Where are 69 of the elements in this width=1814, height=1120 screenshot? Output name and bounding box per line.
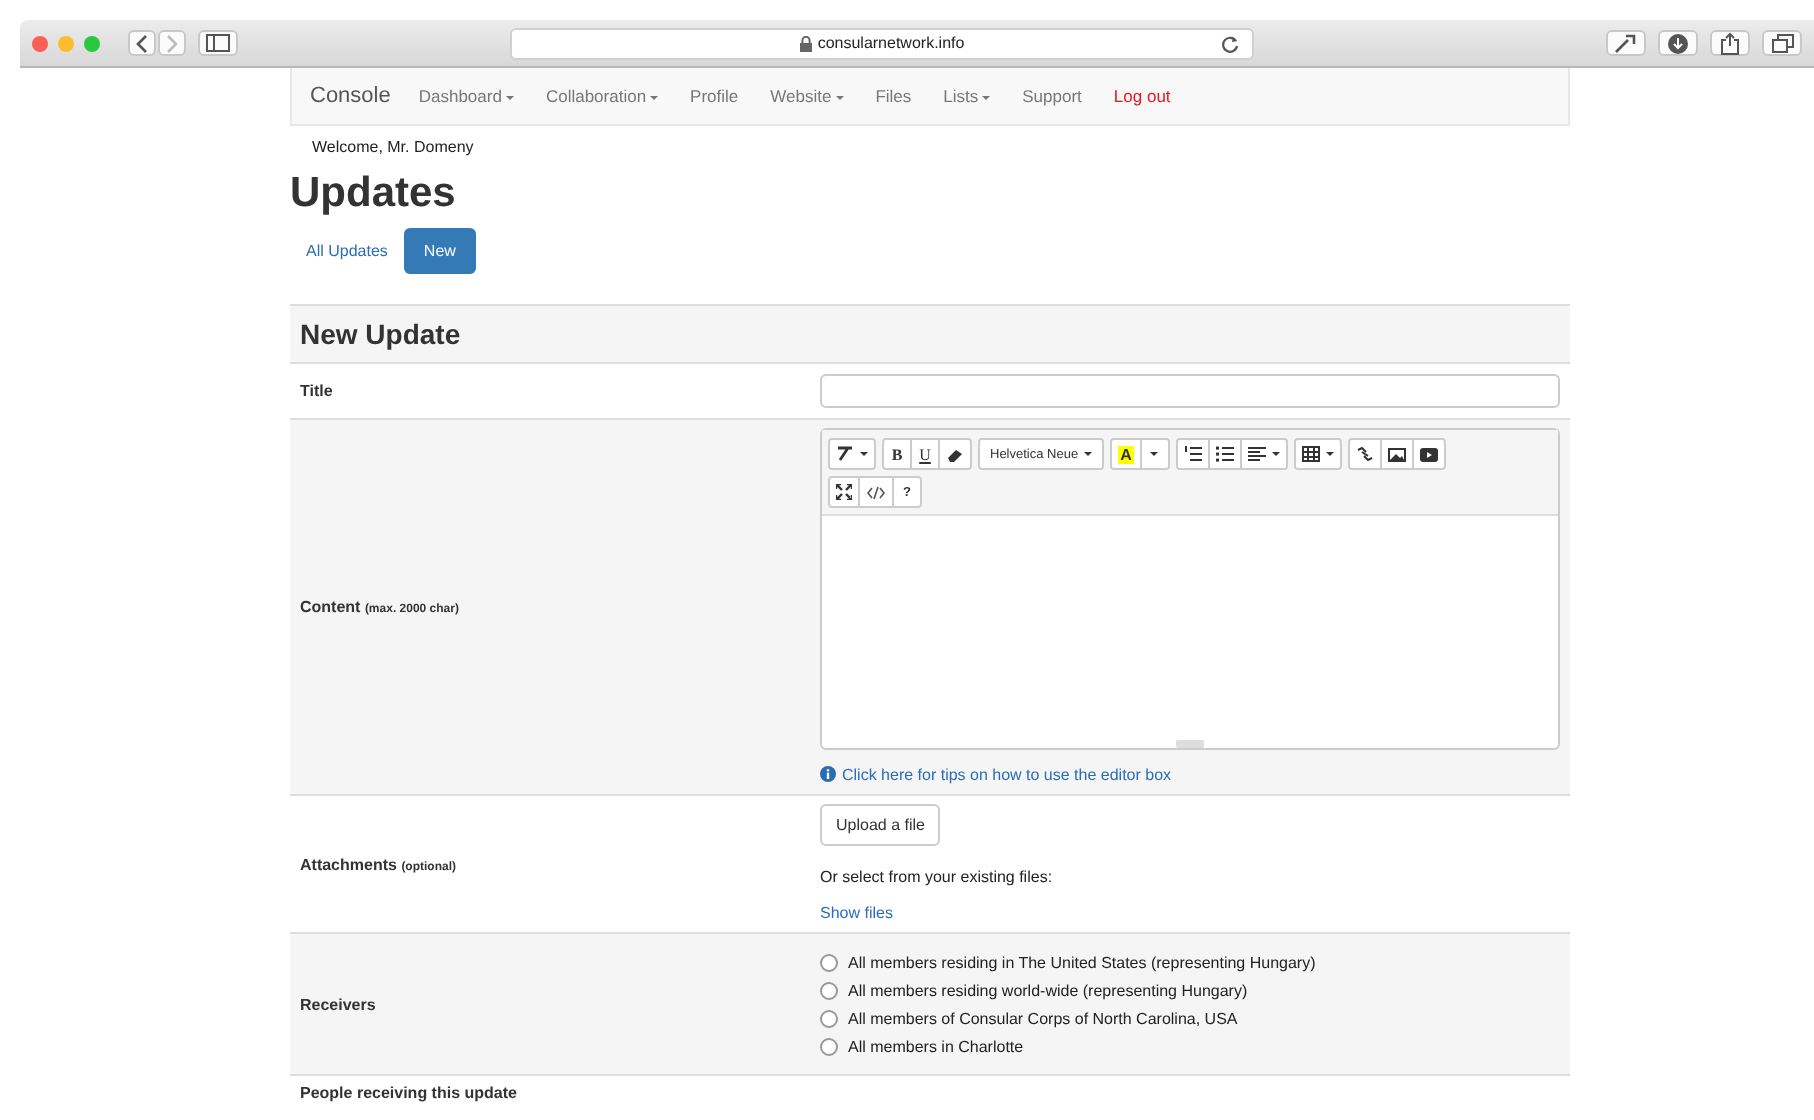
link-button[interactable]	[1347, 438, 1382, 470]
bullet-list-icon	[1215, 446, 1234, 462]
ol-button[interactable]	[1175, 438, 1210, 470]
title-input[interactable]	[820, 374, 1560, 408]
align-left-icon	[1247, 446, 1266, 462]
section-title: New Update	[300, 318, 461, 350]
share-button[interactable]	[1710, 30, 1750, 56]
radio-label: All members residing in The United States (representing Hungary)	[848, 954, 1316, 972]
pen-icon	[836, 446, 854, 462]
table-icon	[1301, 446, 1320, 462]
nav-link[interactable]: Website	[770, 86, 844, 106]
radio-button[interactable]	[820, 954, 838, 972]
nav-link[interactable]: Log out	[1113, 86, 1171, 106]
align-button[interactable]	[1239, 438, 1288, 470]
radio-label: All members of Consular Corps of North Carolina, USA	[848, 1010, 1238, 1028]
address-bar[interactable]: consularnetwork.info	[510, 27, 1254, 59]
radio-label: All members residing world-wide (representing Hungary)	[848, 982, 1248, 1000]
code-button[interactable]	[858, 476, 894, 508]
editor-tips-link[interactable]: Click here for tips on how to use the editor box	[820, 766, 1172, 784]
field-label: People receiving this update	[300, 1084, 517, 1102]
nav-link[interactable]: Profile	[690, 86, 739, 106]
chevron-left-icon	[134, 33, 150, 53]
picture-button[interactable]	[1379, 438, 1414, 470]
eraser-button[interactable]	[938, 438, 972, 470]
show-files-link[interactable]: Show files	[820, 904, 893, 922]
code-icon	[866, 485, 886, 499]
color-button[interactable]: A	[1110, 438, 1142, 470]
page-title: Updates	[290, 170, 458, 218]
nav-link[interactable]: Lists	[943, 86, 991, 106]
lock-icon	[799, 35, 812, 51]
picture-icon	[1387, 447, 1406, 461]
table-button[interactable]	[1293, 438, 1342, 470]
style-button[interactable]	[828, 438, 876, 470]
reload-icon[interactable]	[1220, 33, 1240, 53]
brand-link[interactable]: Console	[310, 84, 391, 108]
numbered-list-icon	[1183, 446, 1202, 462]
eraser-icon	[946, 447, 964, 461]
tabs-button[interactable]	[1762, 30, 1802, 56]
nav-link[interactable]: Support	[1022, 86, 1082, 106]
field-label: Title	[300, 382, 333, 400]
tab[interactable]: All Updates	[290, 228, 404, 274]
existing-files-text: Or select from your existing files:	[820, 868, 1053, 886]
download-button[interactable]	[1658, 30, 1698, 56]
radio-label: All members in Charlotte	[848, 1038, 1024, 1056]
video-button[interactable]	[1411, 438, 1446, 470]
ul-button[interactable]	[1207, 438, 1242, 470]
underline-button[interactable]: U	[910, 438, 940, 470]
nav-link[interactable]: Dashboard	[418, 86, 514, 106]
address-text: consularnetwork.info	[817, 34, 965, 52]
back-button[interactable]	[128, 30, 156, 56]
link-icon	[1355, 446, 1374, 462]
radio-button[interactable]	[820, 1010, 838, 1028]
fullscreen-button[interactable]	[828, 476, 860, 508]
video-icon	[1419, 447, 1438, 461]
nav-link[interactable]: Files	[875, 86, 912, 106]
radio-button[interactable]	[820, 982, 838, 1000]
expand-icon	[836, 484, 852, 500]
field-label: Receivers	[300, 995, 376, 1013]
bold-button[interactable]: B	[882, 438, 912, 470]
resize-handle[interactable]	[1176, 740, 1204, 748]
tools-button[interactable]	[1606, 30, 1646, 56]
chevron-right-icon	[164, 33, 180, 53]
info-icon	[820, 766, 836, 782]
upload-button[interactable]: Upload a file	[820, 804, 941, 846]
tab[interactable]: New	[403, 228, 476, 274]
sidebar-button[interactable]	[198, 30, 238, 56]
radio-button[interactable]	[820, 1038, 838, 1056]
welcome-text: Welcome, Mr. Domeny	[310, 136, 476, 156]
nav-link[interactable]: Collaboration	[545, 86, 659, 106]
